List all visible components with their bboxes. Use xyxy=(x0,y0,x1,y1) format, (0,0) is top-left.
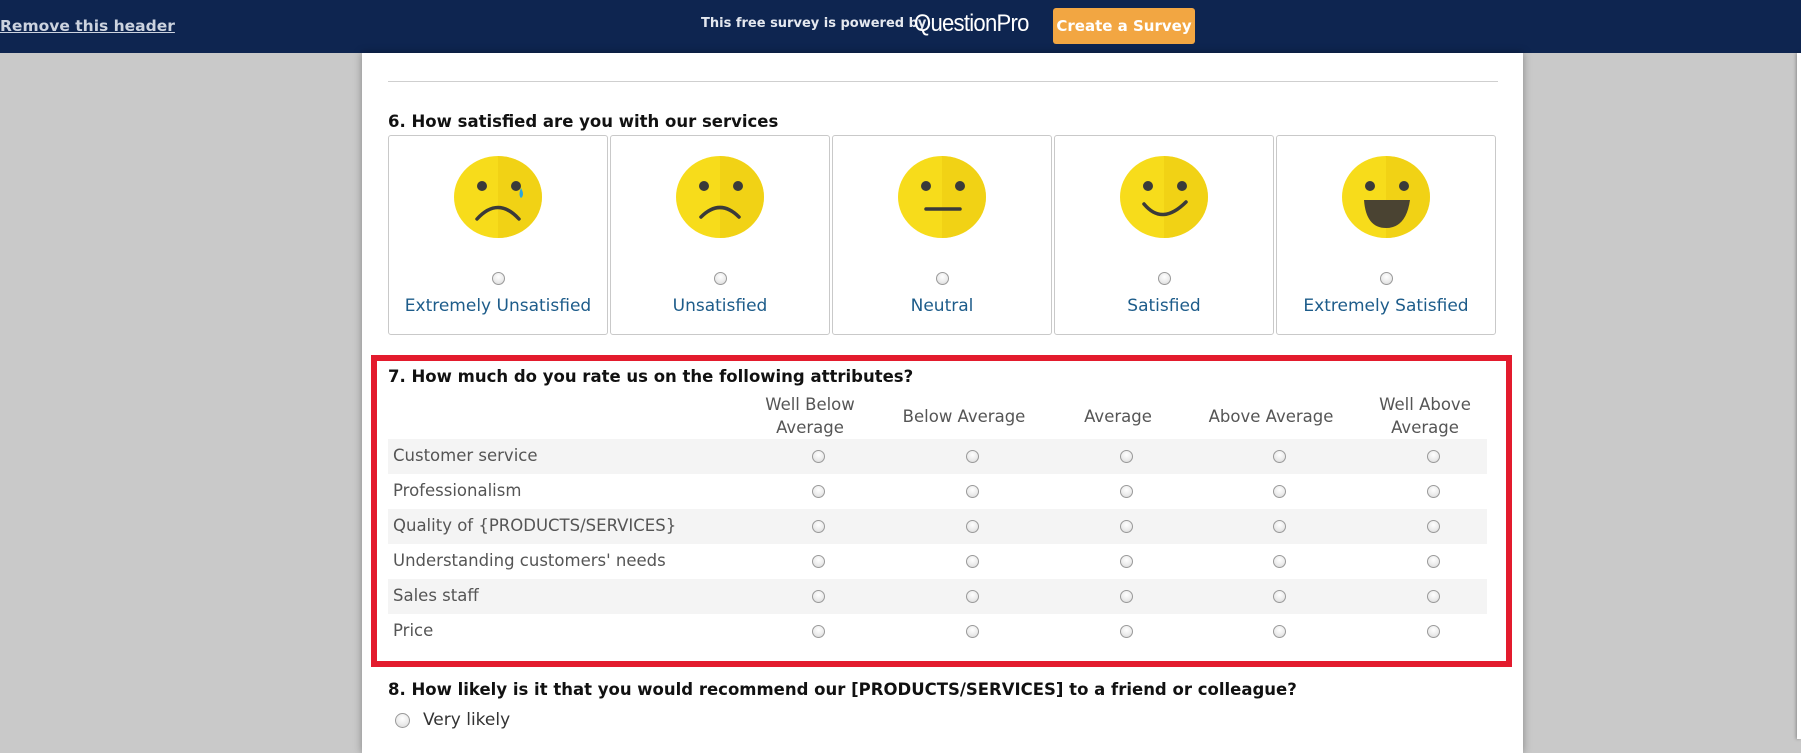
radio-neutral[interactable] xyxy=(936,272,949,285)
radio-well-above-average[interactable] xyxy=(1427,520,1440,533)
radio-below-average[interactable] xyxy=(966,555,979,568)
section-divider xyxy=(388,81,1498,82)
row-label: Customer service xyxy=(393,446,538,465)
matrix-row-quality: Quality of {PRODUCTS/SERVICES} xyxy=(388,509,1487,544)
create-survey-button[interactable]: Create a Survey xyxy=(1053,8,1195,44)
radio-well-above-average[interactable] xyxy=(1427,625,1440,638)
radio-average[interactable] xyxy=(1120,590,1133,603)
radio-well-above-average[interactable] xyxy=(1427,590,1440,603)
column-header-well-above-average: Well Above Average xyxy=(1345,393,1505,439)
radio-above-average[interactable] xyxy=(1273,625,1286,638)
column-header-line: Below Average xyxy=(902,407,1026,426)
smiley-label: Extremely Unsatisfied xyxy=(404,296,592,316)
matrix-row-sales-staff: Sales staff xyxy=(388,579,1487,614)
column-header-line: Average xyxy=(776,418,844,437)
smiley-option-satisfied[interactable]: Satisfied xyxy=(1054,135,1274,335)
radio-above-average[interactable] xyxy=(1273,450,1286,463)
radio-above-average[interactable] xyxy=(1273,485,1286,498)
row-label: Professionalism xyxy=(393,481,522,500)
radio-above-average[interactable] xyxy=(1273,590,1286,603)
matrix-row-professionalism: Professionalism xyxy=(388,474,1487,509)
radio-average[interactable] xyxy=(1120,520,1133,533)
smiley-option-unsatisfied[interactable]: Unsatisfied xyxy=(610,135,830,335)
radio-well-above-average[interactable] xyxy=(1427,450,1440,463)
radio-well-below-average[interactable] xyxy=(812,450,825,463)
column-header-line: Average xyxy=(1084,407,1152,426)
right-scroll-strip xyxy=(1797,53,1801,739)
matrix-row-customer-service: Customer service xyxy=(388,439,1487,474)
smiley-label: Neutral xyxy=(910,296,974,316)
radio-average[interactable] xyxy=(1120,485,1133,498)
question-7-title: 7. How much do you rate us on the follow… xyxy=(388,367,914,386)
neutral-face-icon xyxy=(898,156,986,238)
radio-below-average[interactable] xyxy=(966,590,979,603)
smiling-face-icon xyxy=(1120,156,1208,238)
question-8-title: 8. How likely is it that you would recom… xyxy=(388,680,1297,699)
remove-header-link[interactable]: Remove this header xyxy=(0,17,175,35)
survey-card: 6. How satisfied are you with our servic… xyxy=(362,53,1523,753)
smiley-label: Extremely Satisfied xyxy=(1303,296,1469,316)
column-header-line: Above Average xyxy=(1208,407,1334,426)
smiley-label: Satisfied xyxy=(1127,296,1201,316)
radio-well-below-average[interactable] xyxy=(812,485,825,498)
questionpro-logo[interactable]: QuestionPro xyxy=(914,10,1029,38)
radio-below-average[interactable] xyxy=(966,520,979,533)
radio-below-average[interactable] xyxy=(966,450,979,463)
radio-well-above-average[interactable] xyxy=(1427,555,1440,568)
option-label: Very likely xyxy=(423,710,511,730)
radio-extremely-unsatisfied[interactable] xyxy=(492,272,505,285)
column-header-line: Well Above xyxy=(1379,395,1471,414)
smiley-label: Unsatisfied xyxy=(672,296,768,316)
radio-average[interactable] xyxy=(1120,625,1133,638)
matrix-row-price: Price xyxy=(388,614,1487,649)
smiley-option-extremely-unsatisfied[interactable]: Extremely Unsatisfied xyxy=(388,135,608,335)
radio-satisfied[interactable] xyxy=(1158,272,1171,285)
radio-very-likely[interactable] xyxy=(395,712,410,728)
radio-well-below-average[interactable] xyxy=(812,555,825,568)
column-header-above-average: Above Average xyxy=(1191,405,1351,428)
column-header-well-below-average: Well Below Average xyxy=(730,393,890,439)
smiley-option-extremely-satisfied[interactable]: Extremely Satisfied xyxy=(1276,135,1496,335)
radio-well-below-average[interactable] xyxy=(812,520,825,533)
column-header-below-average: Below Average xyxy=(884,405,1044,428)
radio-average[interactable] xyxy=(1120,450,1133,463)
crying-face-icon xyxy=(454,156,542,238)
option-very-likely[interactable]: Very likely xyxy=(395,710,510,730)
row-label: Price xyxy=(393,621,434,640)
column-header-line: Well Below xyxy=(765,395,855,414)
row-label: Sales staff xyxy=(393,586,479,605)
powered-by-text: This free survey is powered by xyxy=(701,16,927,31)
column-header-line: Average xyxy=(1391,418,1459,437)
radio-well-below-average[interactable] xyxy=(812,590,825,603)
column-header-average: Average xyxy=(1038,405,1198,428)
sad-face-icon xyxy=(676,156,764,238)
radio-above-average[interactable] xyxy=(1273,555,1286,568)
radio-below-average[interactable] xyxy=(966,485,979,498)
laughing-face-icon xyxy=(1342,156,1430,238)
promo-header: Remove this header This free survey is p… xyxy=(0,0,1801,53)
radio-well-below-average[interactable] xyxy=(812,625,825,638)
radio-average[interactable] xyxy=(1120,555,1133,568)
row-label: Quality of {PRODUCTS/SERVICES} xyxy=(393,516,677,535)
matrix-row-understanding-needs: Understanding customers' needs xyxy=(388,544,1487,579)
radio-below-average[interactable] xyxy=(966,625,979,638)
question-6-title: 6. How satisfied are you with our servic… xyxy=(388,112,779,131)
row-label: Understanding customers' needs xyxy=(393,551,666,570)
radio-above-average[interactable] xyxy=(1273,520,1286,533)
smiley-option-neutral[interactable]: Neutral xyxy=(832,135,1052,335)
radio-unsatisfied[interactable] xyxy=(714,272,727,285)
radio-well-above-average[interactable] xyxy=(1427,485,1440,498)
radio-extremely-satisfied[interactable] xyxy=(1380,272,1393,285)
